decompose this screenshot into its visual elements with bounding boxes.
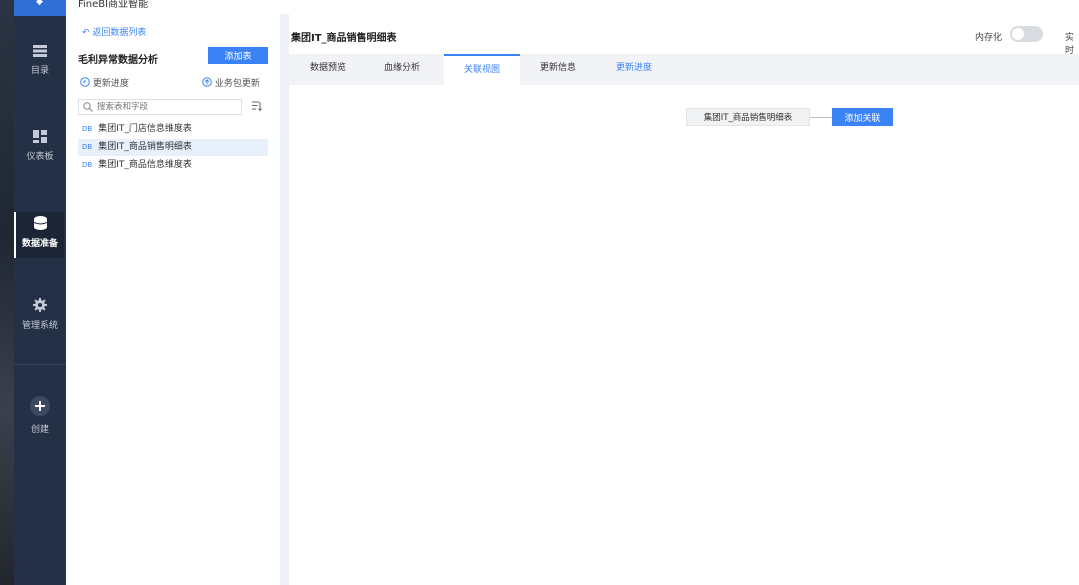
- nav-label: 目录: [30, 66, 49, 76]
- database-icon: [33, 216, 47, 230]
- tab-relation-view[interactable]: 关联视图: [444, 54, 520, 85]
- panel-gutter: [280, 14, 289, 585]
- search-box: [78, 99, 242, 115]
- tab-update-progress[interactable]: 更新进度: [601, 54, 667, 85]
- table-name: 集团IT_门店信息维度表: [98, 124, 192, 134]
- table-icon: DB: [82, 161, 93, 169]
- tab-lineage[interactable]: 血缘分析: [369, 54, 435, 85]
- table-item[interactable]: DB 集团IT_门店信息维度表: [78, 121, 268, 138]
- nav-item-catalog[interactable]: 目录: [14, 45, 66, 76]
- nav-label: 仪表板: [26, 152, 54, 162]
- package-title: 毛利异常数据分析: [78, 55, 158, 66]
- update-progress-link[interactable]: 更新进度: [80, 76, 129, 89]
- search-input[interactable]: [97, 101, 237, 113]
- tab-update-info[interactable]: 更新信息: [525, 54, 591, 85]
- back-arrow-icon: ↶: [82, 28, 90, 38]
- main-nav: ◆ 目录 仪表板 数据准备 管理系统 创建: [14, 0, 66, 585]
- table-list-panel: ↶ 返回数据列表 毛利异常数据分析 添加表 更新进度 业务包更新 DB 集团IT_…: [66, 14, 280, 585]
- nav-item-data-prep[interactable]: 数据准备: [14, 212, 64, 258]
- nav-label: 管理系统: [21, 321, 58, 331]
- toggle-knob: [1012, 28, 1024, 40]
- add-relation-button[interactable]: 添加关联: [832, 108, 893, 126]
- add-table-button[interactable]: 添加表: [208, 47, 268, 64]
- update-progress-label: 更新进度: [92, 79, 129, 89]
- main-content: 集团IT_商品销售明细表 内存化 实时 数据预览 血缘分析 关联视图 更新信息 …: [289, 14, 1079, 585]
- realtime-label: 实时: [1065, 33, 1075, 56]
- table-item[interactable]: DB 集团IT_商品信息维度表: [78, 157, 268, 174]
- logo: ◆: [14, 0, 66, 16]
- gear-icon: [33, 298, 47, 312]
- package-update-label: 业务包更新: [214, 79, 260, 89]
- plus-icon: [30, 396, 50, 416]
- package-update-link[interactable]: 业务包更新: [202, 76, 260, 89]
- table-icon: DB: [82, 125, 93, 133]
- memory-toggle[interactable]: [1010, 26, 1043, 42]
- nav-label: 数据准备: [21, 239, 58, 249]
- table-node[interactable]: 集团IT_商品销售明细表: [686, 108, 810, 126]
- table-icon: DB: [82, 143, 93, 151]
- table-item-selected[interactable]: DB 集团IT_商品销售明细表: [78, 139, 268, 156]
- nav-item-admin[interactable]: 管理系统: [14, 298, 66, 331]
- back-link-label: 返回数据列表: [92, 28, 147, 38]
- tab-data-preview[interactable]: 数据预览: [295, 54, 361, 85]
- nav-item-create[interactable]: 创建: [14, 396, 66, 435]
- relation-canvas: 集团IT_商品销售明细表 添加关联: [289, 85, 1079, 585]
- table-name: 集团IT_商品销售明细表: [98, 142, 192, 152]
- list-icon: [33, 45, 47, 57]
- top-bar: FineBI商业智能: [66, 0, 1079, 14]
- back-to-data-list-link[interactable]: ↶ 返回数据列表: [82, 25, 146, 38]
- nav-item-dashboard[interactable]: 仪表板: [14, 130, 66, 162]
- logo-icon: ◆: [36, 0, 43, 7]
- background-strip: [0, 0, 14, 585]
- nav-label: 创建: [30, 425, 49, 435]
- app-title: FineBI商业智能: [78, 0, 149, 10]
- tab-bar: 数据预览 血缘分析 关联视图 更新信息 更新进度: [289, 54, 1079, 85]
- relation-connector: [810, 117, 832, 118]
- progress-icon: [80, 77, 90, 87]
- search-icon: [83, 102, 93, 112]
- upload-icon: [202, 77, 212, 87]
- nav-divider: [14, 364, 66, 365]
- sort-icon[interactable]: [252, 101, 266, 113]
- table-title: 集团IT_商品销售明细表: [291, 33, 397, 44]
- table-name: 集团IT_商品信息维度表: [98, 160, 192, 170]
- dashboard-icon: [33, 130, 47, 143]
- memory-label: 内存化: [975, 33, 1003, 43]
